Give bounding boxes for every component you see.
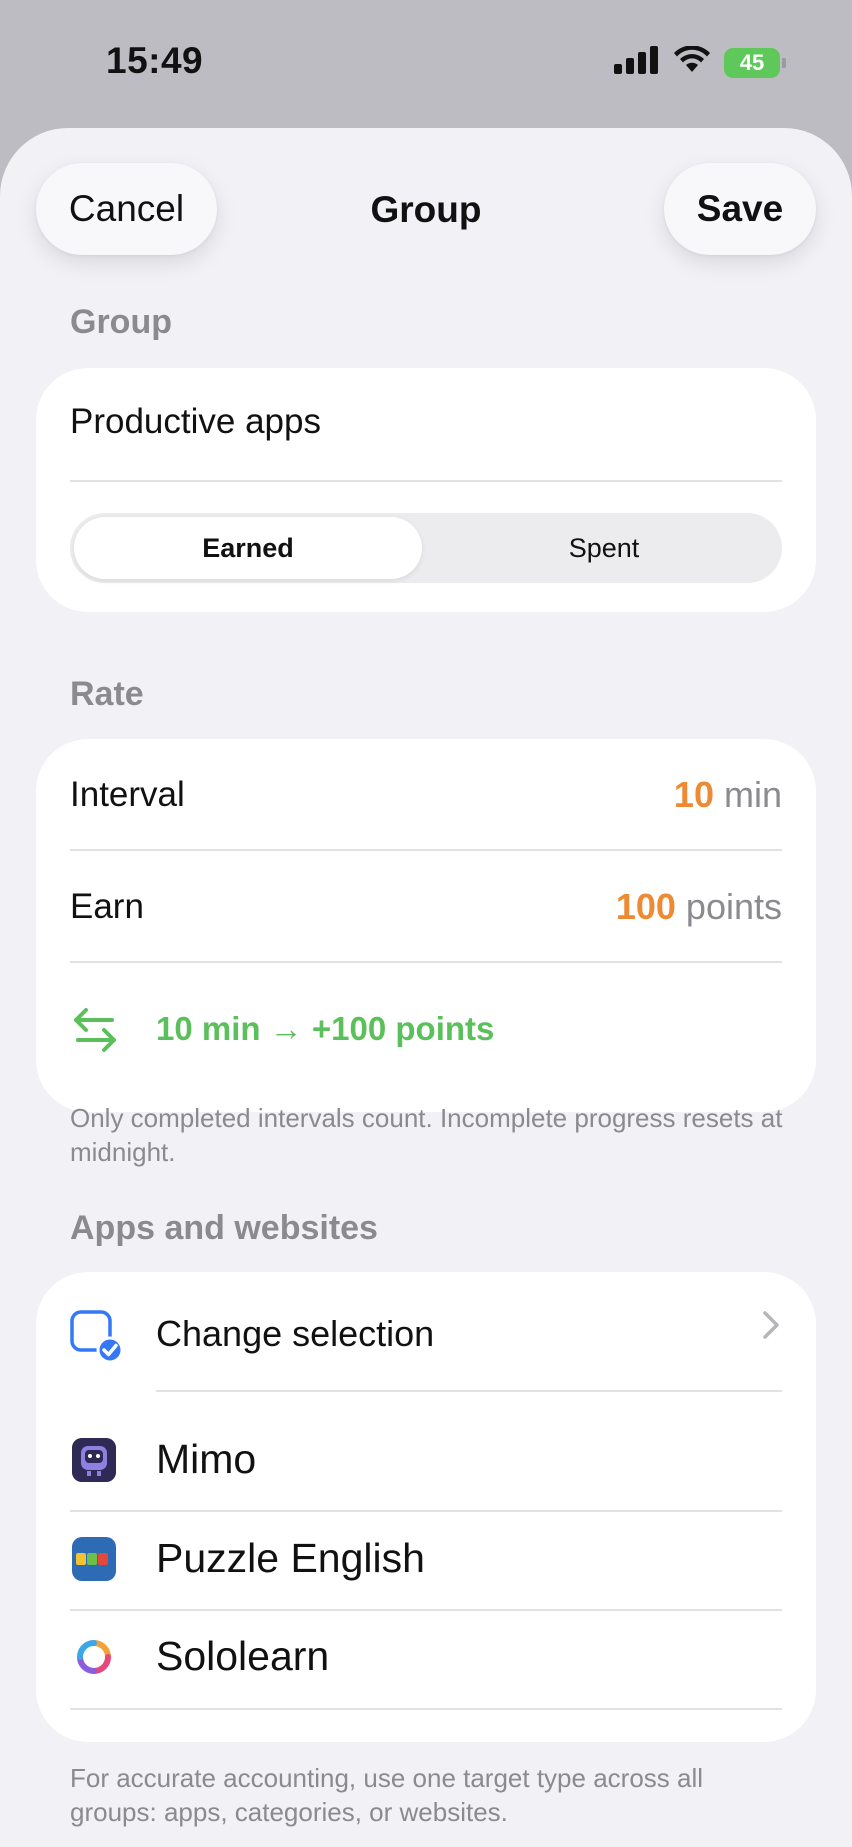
earn-value[interactable]: 100 points (616, 886, 782, 928)
rate-summary-text: 10 min → +100 points (156, 1010, 495, 1047)
divider (70, 961, 782, 963)
wifi-icon (674, 45, 710, 79)
divider (70, 480, 782, 482)
earn-unit: points (685, 886, 782, 927)
save-button[interactable]: Save (664, 163, 816, 255)
earned-spent-segmented-control: Earned Spent (70, 513, 782, 583)
apps-section-label: Apps and websites (70, 1209, 378, 1247)
apps-footnote: For accurate accounting, use one target … (70, 1763, 704, 1827)
rate-section-label: Rate (70, 675, 144, 713)
divider (70, 1708, 782, 1710)
interval-unit: min (723, 774, 782, 815)
app-row-sololearn: Sololearn (36, 1609, 816, 1707)
app-row-puzzle-english: Puzzle English (36, 1511, 816, 1609)
earn-label: Earn (70, 887, 144, 926)
status-bar: 15:49 45 (0, 0, 852, 128)
mimo-app-icon (72, 1438, 116, 1482)
status-icons: 45 (614, 45, 786, 79)
app-name: Mimo (156, 1436, 257, 1482)
battery-level: 45 (739, 49, 765, 75)
rate-card: Interval 10 min Earn 100 points 10 min →… (36, 739, 816, 1112)
cellular-signal-icon (614, 46, 660, 79)
interval-number: 10 (673, 774, 714, 815)
puzzle-english-app-icon (72, 1537, 116, 1581)
earn-number: 100 (615, 886, 676, 927)
divider (156, 1390, 782, 1392)
change-selection-row[interactable]: Change selection (36, 1280, 816, 1390)
interval-label: Interval (70, 775, 185, 814)
sololearn-app-icon (72, 1635, 116, 1679)
interval-value[interactable]: 10 min (674, 774, 782, 816)
rate-footnote: Only completed intervals count. Incomple… (70, 1103, 783, 1167)
swap-arrows-icon (72, 1006, 118, 1059)
app-name: Sololearn (156, 1633, 330, 1679)
segment-spent[interactable]: Spent (430, 517, 778, 579)
group-sheet: Cancel Group Save Group Productive apps … (0, 128, 852, 1847)
group-name-field[interactable]: Productive apps (70, 402, 321, 442)
app-row-mimo: Mimo (36, 1412, 816, 1510)
app-name: Puzzle English (156, 1535, 425, 1581)
battery-icon: 45 (724, 47, 786, 78)
status-time: 15:49 (106, 40, 204, 81)
group-section-label: Group (70, 303, 172, 341)
chevron-right-icon (762, 1310, 780, 1349)
rate-summary-row: 10 min → +100 points (36, 996, 816, 1066)
group-card: Productive apps Earned Spent (36, 368, 816, 612)
app-selection-icon (70, 1310, 124, 1369)
change-selection-label: Change selection (156, 1313, 435, 1354)
segment-earned[interactable]: Earned (74, 517, 422, 579)
apps-card: Change selection Mimo Puzzle English Sol… (36, 1272, 816, 1742)
divider (70, 849, 782, 851)
